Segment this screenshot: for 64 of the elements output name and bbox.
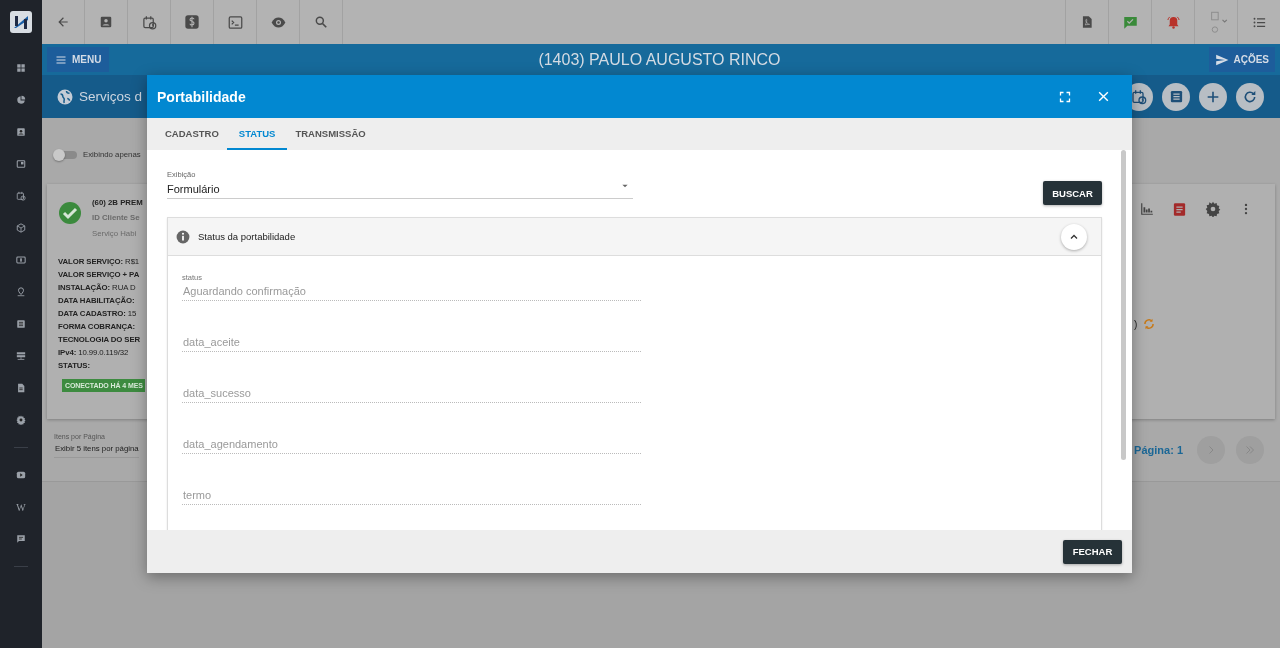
pdf-icon[interactable] — [1080, 15, 1094, 29]
scrollbar[interactable] — [1121, 150, 1126, 460]
terminal-icon[interactable] — [227, 14, 243, 30]
pie-chart-icon[interactable] — [16, 95, 26, 105]
close-dialog-button[interactable]: FECHAR — [1063, 539, 1122, 564]
video-icon[interactable] — [16, 470, 26, 480]
settings-icon[interactable] — [1205, 201, 1221, 217]
caret-icon — [621, 182, 629, 190]
input-field[interactable]: termo — [182, 486, 641, 505]
add-button[interactable] — [1199, 82, 1227, 111]
panel-title: Status da portabilidade — [198, 231, 297, 242]
check-circle-icon — [58, 201, 82, 225]
list-icon — [1168, 89, 1184, 104]
tab[interactable]: TRANSMISSÃO — [285, 118, 376, 150]
input-field[interactable]: data_agendamento — [182, 435, 641, 454]
client-title: (1403) PAULO AUGUSTO RINCO — [537, 50, 782, 69]
list-icon[interactable] — [16, 319, 26, 329]
close-button[interactable] — [1096, 89, 1110, 104]
calendar-icon[interactable] — [141, 14, 157, 30]
document-icon[interactable] — [16, 383, 26, 393]
sync-icon — [1142, 317, 1157, 331]
tab[interactable]: CADASTRO — [155, 118, 229, 150]
back-icon[interactable] — [56, 15, 70, 29]
calendar-icon[interactable] — [16, 191, 26, 201]
message-check-icon[interactable] — [1122, 14, 1138, 30]
contact-icon[interactable] — [16, 127, 26, 137]
fullscreen-icon — [1059, 90, 1071, 103]
money-icon[interactable] — [16, 255, 26, 265]
info-icon — [176, 229, 190, 244]
dialog-title: Portabilidade — [157, 88, 247, 105]
cube-icon[interactable] — [16, 223, 26, 233]
server-icon[interactable] — [16, 351, 26, 361]
search-button[interactable]: BUSCAR — [1043, 181, 1102, 205]
actions-button[interactable]: AÇÕES — [1209, 47, 1275, 72]
menu-button[interactable]: MENU — [47, 47, 110, 72]
close-icon — [1096, 90, 1110, 103]
refresh-button[interactable] — [1236, 82, 1264, 111]
contact-icon[interactable] — [99, 15, 113, 29]
input-field[interactable]: data_aceite — [182, 333, 641, 352]
input-field[interactable]: data_sucesso — [182, 384, 641, 403]
fullscreen-button[interactable] — [1058, 89, 1072, 104]
calendar-icon — [1131, 88, 1147, 105]
bar-chart-icon[interactable] — [1140, 202, 1154, 216]
search-icon[interactable] — [314, 15, 328, 29]
bell-icon[interactable] — [1165, 14, 1181, 30]
comment-icon[interactable] — [16, 534, 26, 544]
location-icon[interactable] — [16, 287, 26, 297]
refresh-icon — [1242, 88, 1258, 105]
document-icon[interactable] — [1172, 201, 1187, 217]
list-button[interactable] — [1162, 82, 1190, 111]
wiki-link[interactable]: W — [16, 501, 26, 513]
menu-icon — [55, 53, 67, 66]
page-title: Serviços d — [79, 89, 143, 104]
dollar-icon[interactable] — [184, 14, 200, 30]
page-indicator: Página: 1 — [1134, 444, 1183, 456]
globe-icon — [56, 87, 74, 106]
grid-icon[interactable] — [16, 63, 26, 73]
filter-toggle[interactable] — [53, 149, 77, 160]
settings-icon[interactable] — [16, 415, 26, 425]
column-fragment: ) — [1134, 318, 1138, 330]
card-icon[interactable] — [16, 159, 26, 169]
tab[interactable]: STATUS — [226, 118, 288, 150]
send-icon — [1215, 52, 1230, 67]
logo-icon[interactable] — [10, 11, 32, 33]
